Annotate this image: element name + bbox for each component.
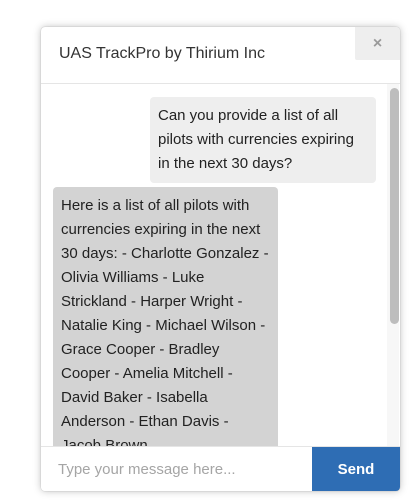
chat-title: UAS TrackPro by Thirium Inc (59, 45, 265, 62)
chat-window: UAS TrackPro by Thirium Inc × Can you pr… (41, 27, 400, 491)
close-button[interactable]: × (355, 27, 400, 60)
message-list[interactable]: Can you provide a list of all pilots wit… (41, 84, 400, 446)
scrollbar-thumb[interactable] (390, 88, 399, 324)
chat-footer: Send (41, 446, 400, 491)
assistant-message: Here is a list of all pilots with curren… (53, 187, 278, 446)
message-input[interactable] (41, 447, 312, 491)
close-icon: × (372, 34, 383, 52)
chat-header: UAS TrackPro by Thirium Inc × (41, 27, 400, 84)
user-message: Can you provide a list of all pilots wit… (150, 97, 376, 183)
message-list-scrollbar[interactable] (387, 84, 399, 446)
send-button[interactable]: Send (312, 447, 400, 491)
